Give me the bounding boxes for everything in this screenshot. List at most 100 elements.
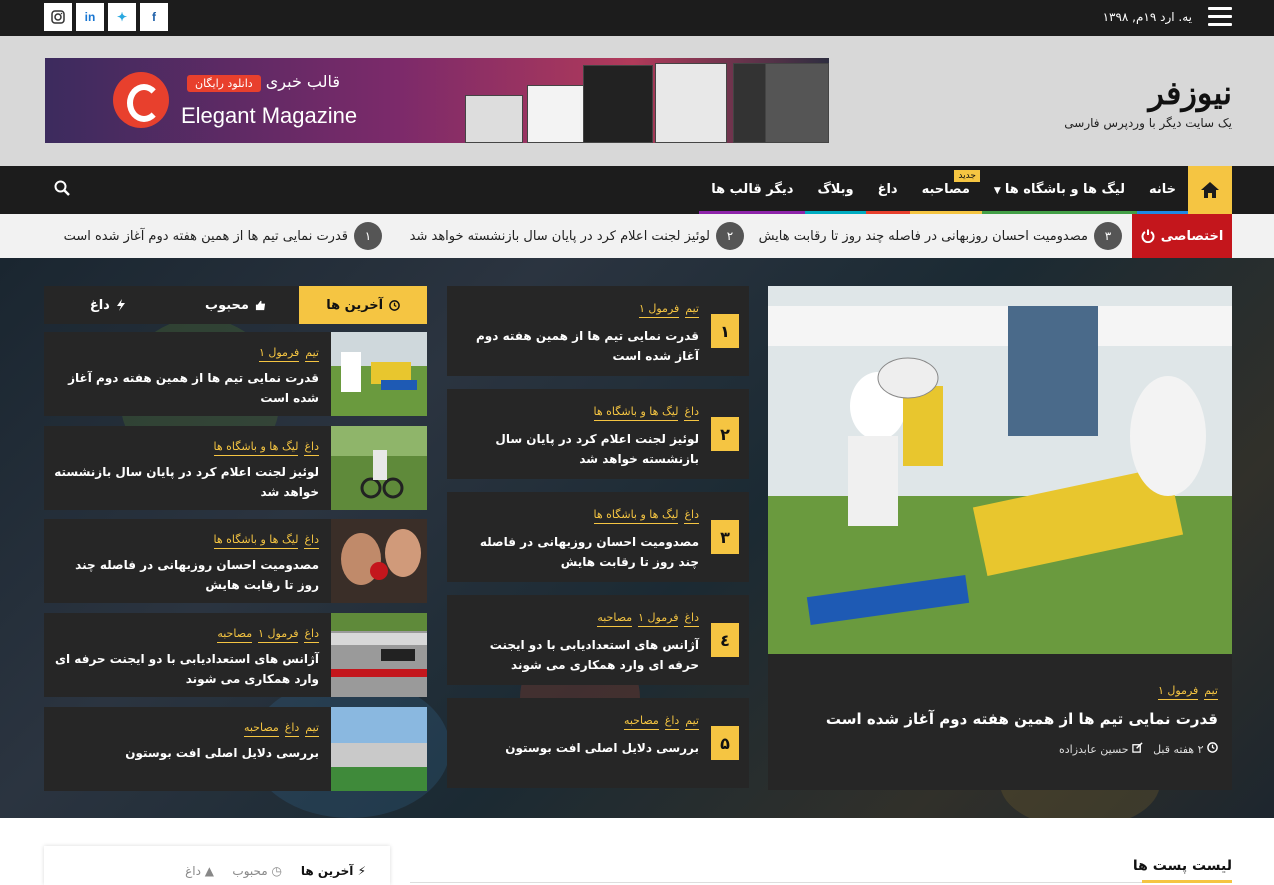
- featured-section: تیم فرمول ۱ قدرت نمایی تیم ها از همین هف…: [0, 258, 1274, 818]
- featured-image[interactable]: [768, 286, 1232, 654]
- category-tag[interactable]: داغ: [284, 721, 300, 737]
- instagram-icon[interactable]: [44, 3, 72, 31]
- nav-item[interactable]: خانه: [1136, 166, 1189, 214]
- social-links: in ✦ f: [44, 3, 172, 31]
- category-tag[interactable]: مصاحبه: [217, 627, 253, 643]
- tab-latest[interactable]: ⚡ آخرین ها: [301, 864, 366, 878]
- category-tag[interactable]: تیم: [305, 721, 319, 737]
- site-header: نیوزفر یک سایت دیگر با وردپرس فارسی قالب…: [0, 36, 1274, 166]
- side-post[interactable]: تیم فرمول ۱ قدرت نمایی تیم ها از همین هف…: [44, 332, 427, 416]
- post-title[interactable]: بررسی دلایل اصلی افت بوستون: [459, 738, 699, 758]
- tab-popular[interactable]: محبوب: [172, 286, 300, 324]
- post-author[interactable]: حسین عابدزاده: [1059, 742, 1143, 756]
- post-title[interactable]: قدرت نمایی تیم ها از همین هفته دوم آغاز …: [53, 368, 319, 408]
- bolt-icon: [116, 299, 125, 311]
- category-tag[interactable]: تیم: [685, 714, 699, 730]
- nav-item[interactable]: داغ: [865, 166, 910, 214]
- category-tag[interactable]: لیگ ها و باشگاه ها: [593, 508, 679, 524]
- banner-logo-icon: [113, 72, 169, 128]
- linkedin-icon[interactable]: in: [76, 3, 104, 31]
- banner-en-title: Elegant Magazine: [181, 103, 358, 128]
- tab-popular[interactable]: ◷ محبوب: [232, 864, 282, 878]
- site-logo[interactable]: نیوزفر: [1149, 74, 1233, 112]
- thumbs-up-icon: [255, 300, 266, 310]
- featured-categories: تیم فرمول ۱: [1157, 684, 1218, 700]
- post-title[interactable]: لوئیز لجنت اعلام کرد در پایان سال بازنشس…: [53, 462, 319, 502]
- rank-number: ٤: [711, 623, 739, 657]
- post-title[interactable]: بررسی دلایل اصلی افت بوستون: [53, 743, 319, 763]
- rank-number: ۵: [711, 726, 739, 760]
- category-tag[interactable]: مصاحبه: [597, 611, 633, 627]
- category-tag[interactable]: فرمول ۱: [258, 627, 299, 643]
- featured-caption: تیم فرمول ۱ قدرت نمایی تیم ها از همین هف…: [768, 654, 1232, 790]
- facebook-icon[interactable]: f: [140, 3, 168, 31]
- side-post[interactable]: تیم داغ مصاحبه بررسی دلایل اصلی افت بوست…: [44, 707, 427, 791]
- category-tag[interactable]: تیم: [305, 346, 319, 362]
- post-title[interactable]: آژانس های استعدادیابی با دو ایجنت حرفه ا…: [53, 649, 319, 689]
- post-thumbnail[interactable]: [331, 426, 427, 510]
- category-tag[interactable]: فرمول ۱: [1157, 684, 1199, 700]
- nav-item[interactable]: وبلاگ: [805, 166, 866, 214]
- post-thumbnail[interactable]: [331, 613, 427, 697]
- new-badge: جدید: [954, 170, 980, 182]
- clock-icon: [1207, 742, 1218, 753]
- category-tag[interactable]: داغ: [664, 714, 680, 730]
- side-post[interactable]: داغ فرمول ۱ مصاحبه آژانس های استعدادیابی…: [44, 613, 427, 697]
- home-icon: [1201, 182, 1219, 198]
- featured-title[interactable]: قدرت نمایی تیم ها از همین هفته دوم آغاز …: [826, 710, 1218, 728]
- post-title[interactable]: لوئیز لجنت اعلام کرد در پایان سال بازنشس…: [459, 429, 699, 469]
- category-tag[interactable]: داغ: [684, 508, 699, 524]
- ranked-post[interactable]: ۵ تیم داغ مصاحبه بررسی دلایل اصلی افت بو…: [447, 698, 749, 788]
- nav-item-label: مصاحبه: [921, 182, 970, 197]
- category-tag[interactable]: داغ: [304, 440, 319, 456]
- category-tag[interactable]: لیگ ها و باشگاه ها: [213, 440, 299, 456]
- search-icon[interactable]: [50, 180, 70, 200]
- category-tag[interactable]: داغ: [684, 405, 699, 421]
- ticker-item[interactable]: ۳ مصدومیت احسان روزبهانی در فاصله چند رو…: [759, 214, 1122, 258]
- post-title[interactable]: قدرت نمایی تیم ها از همین هفته دوم آغاز …: [459, 326, 699, 366]
- post-title[interactable]: مصدومیت احسان روزبهانی در فاصله چند روز …: [53, 555, 319, 595]
- category-tag[interactable]: داغ: [684, 611, 699, 627]
- side-post[interactable]: داغ لیگ ها و باشگاه ها مصدومیت احسان روز…: [44, 519, 427, 603]
- ticker-item[interactable]: ۲ لوئیز لجنت اعلام کرد در پایان سال بازن…: [410, 214, 744, 258]
- ranked-post[interactable]: ۳ داغ لیگ ها و باشگاه ها مصدومیت احسان ر…: [447, 492, 749, 582]
- tab-hot[interactable]: داغ: [44, 286, 172, 324]
- category-tag[interactable]: مصاحبه: [243, 721, 279, 737]
- category-tag[interactable]: لیگ ها و باشگاه ها: [213, 533, 299, 549]
- category-tag[interactable]: فرمول ۱: [638, 302, 680, 318]
- category-tag[interactable]: داغ: [304, 533, 319, 549]
- ranked-post[interactable]: ٤ داغ فرمول ۱ مصاحبه آژانس های استعدادیا…: [447, 595, 749, 685]
- post-categories: داغ لیگ ها و باشگاه ها: [593, 508, 699, 524]
- ranked-post[interactable]: ۲ داغ لیگ ها و باشگاه ها لوئیز لجنت اعلا…: [447, 389, 749, 479]
- ad-banner[interactable]: قالب خبری دانلود رایگان Elegant Magazine: [45, 58, 829, 143]
- post-categories: داغ لیگ ها و باشگاه ها: [213, 440, 319, 456]
- category-tag[interactable]: لیگ ها و باشگاه ها: [593, 405, 679, 421]
- category-tag[interactable]: فرمول ۱: [638, 611, 679, 627]
- ranked-post[interactable]: ۱ تیم فرمول ۱ قدرت نمایی تیم ها از همین …: [447, 286, 749, 376]
- hamburger-menu-icon[interactable]: [1208, 7, 1232, 27]
- post-thumbnail[interactable]: [331, 707, 427, 791]
- category-tag[interactable]: فرمول ۱: [258, 346, 300, 362]
- nav-item[interactable]: مصاحبه جدید: [909, 166, 983, 214]
- banner-badge: دانلود رایگان: [187, 75, 261, 92]
- ticker-text: مصدومیت احسان روزبهانی در فاصله چند روز …: [758, 228, 1088, 244]
- post-title[interactable]: مصدومیت احسان روزبهانی در فاصله چند روز …: [459, 532, 699, 572]
- category-tag[interactable]: تیم: [685, 302, 699, 318]
- category-tag[interactable]: مصاحبه: [623, 714, 659, 730]
- ticker-text: قدرت نمایی تیم ها از همین هفته دوم آغاز …: [63, 228, 348, 244]
- power-icon: [1141, 229, 1155, 243]
- nav-item[interactable]: دیگر قالب ها: [699, 166, 806, 214]
- post-thumbnail[interactable]: [331, 519, 427, 603]
- tab-latest[interactable]: آخرین ها: [299, 286, 427, 324]
- post-title[interactable]: آژانس های استعدادیابی با دو ایجنت حرفه ا…: [459, 635, 699, 675]
- twitter-icon[interactable]: ✦: [108, 3, 136, 31]
- home-button[interactable]: [1188, 166, 1232, 214]
- side-post[interactable]: داغ لیگ ها و باشگاه ها لوئیز لجنت اعلام …: [44, 426, 427, 510]
- category-tag[interactable]: داغ: [304, 627, 319, 643]
- tab-hot[interactable]: ▲ داغ: [185, 864, 214, 878]
- post-categories: داغ لیگ ها و باشگاه ها: [593, 405, 699, 421]
- nav-item[interactable]: لیگ ها و باشگاه ها▼: [981, 166, 1138, 214]
- ticker-item[interactable]: ۱ قدرت نمایی تیم ها از همین هفته دوم آغا…: [64, 214, 382, 258]
- post-thumbnail[interactable]: [331, 332, 427, 416]
- category-tag[interactable]: تیم: [1204, 684, 1218, 700]
